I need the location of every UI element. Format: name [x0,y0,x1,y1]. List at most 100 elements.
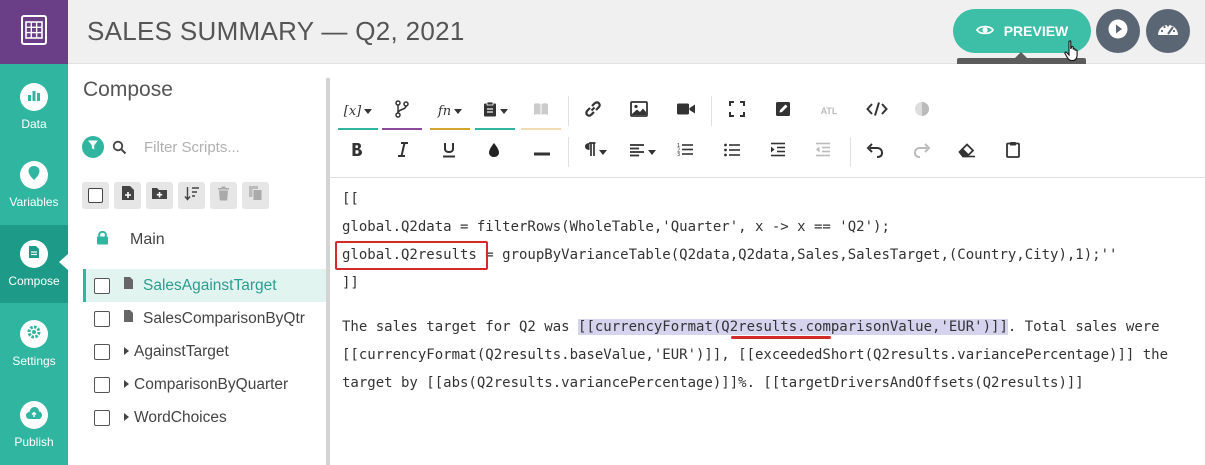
insert-variable-button[interactable]: [x] [338,94,378,128]
ordered-list-icon: 123 [677,142,693,162]
sort-button[interactable] [178,182,205,209]
nav-item-variables[interactable]: Variables [0,146,68,224]
script-checkbox[interactable] [94,376,110,393]
script-name: SalesAgainstTarget [143,276,277,294]
active-indicator [59,254,68,270]
code-text: . Total sales were [1007,319,1160,335]
italic-button[interactable] [383,135,423,169]
list-item[interactable]: AgainstTarget [83,335,326,368]
branch-icon [395,99,409,123]
script-checkbox[interactable] [94,409,110,426]
trash-icon [217,186,230,206]
list-item[interactable]: ComparisonByQuarter [83,368,326,401]
paste-button[interactable] [993,135,1033,169]
underline-button[interactable] [429,135,469,169]
new-folder-button[interactable] [146,182,173,209]
annotation-box [335,241,488,270]
nav-item-data[interactable]: Data [0,68,68,146]
source-code-button[interactable] [857,94,897,128]
filter-scripts-input[interactable] [144,135,314,159]
atl-button[interactable]: ATL [809,94,849,128]
script-name: SalesComparisonByQtr [143,309,305,327]
select-all-checkbox[interactable] [82,182,109,209]
compose-panel: Compose Filter Scripts... Main SalesAgai… [68,64,326,465]
italic-icon [397,142,409,162]
text-color-button[interactable] [474,135,514,169]
script-checkbox[interactable] [94,310,110,327]
funnel-icon [87,138,99,156]
copy-icon [248,185,263,206]
new-script-button[interactable] [114,182,141,209]
script-checkbox[interactable] [94,277,110,294]
align-button[interactable] [622,135,662,169]
video-camera-icon [676,102,696,121]
bold-button[interactable] [337,135,377,169]
app-logo[interactable] [0,0,68,64]
script-checkbox[interactable] [94,343,110,360]
caret-right-icon[interactable] [124,347,129,355]
bullet-list-button[interactable] [712,135,752,169]
snippet-underline [475,128,515,130]
run-button[interactable] [1096,9,1140,53]
insert-branch-button[interactable] [382,94,422,128]
insert-image-button[interactable] [619,94,659,128]
undo-button[interactable] [855,135,895,169]
list-item[interactable]: SalesComparisonByQtr [83,302,326,335]
variable-underline [338,128,378,130]
caret-right-icon[interactable] [124,413,129,421]
preview-label: PREVIEW [1003,23,1069,39]
nav-item-compose[interactable]: Compose [0,225,68,303]
outdent-button[interactable] [803,135,843,169]
nav-label-compose: Compose [8,274,60,288]
horizontal-rule-button[interactable] [522,135,562,169]
redo-button[interactable] [902,135,942,169]
play-circle-icon [1107,18,1129,45]
eye-icon [975,23,994,39]
list-item[interactable]: SalesAgainstTarget [83,269,326,302]
align-left-icon [629,143,645,162]
toolbar-separator [711,96,712,126]
indent-button[interactable] [758,135,798,169]
nav-label-data: Data [21,117,47,131]
duplicate-button[interactable] [242,182,269,209]
clipboard-icon [1006,141,1020,163]
cloud-upload-icon [25,406,43,425]
insert-snippet-button[interactable] [475,94,515,128]
caret-right-icon[interactable] [124,380,129,388]
contrast-button[interactable] [902,94,942,128]
filter-button[interactable] [82,136,104,158]
clear-format-button[interactable] [947,135,987,169]
insert-link-button[interactable] [573,94,613,128]
code-line: [[currencyFormat(Q2results.baseValue,'EU… [342,347,1169,363]
main-script-row[interactable]: Main [96,230,165,250]
fullscreen-icon [729,100,745,122]
script-toolbar [82,182,269,209]
link-icon [584,100,602,123]
code-line: global.Q2data = filterRows(WholeTable,'Q… [342,219,890,235]
insert-video-button[interactable] [666,94,706,128]
compose-title: Compose [83,78,173,101]
folder-name: WordChoices [134,408,227,426]
nav-label-settings: Settings [12,354,56,368]
edit-button[interactable] [763,94,803,128]
ordered-list-button[interactable]: 123 [665,135,705,169]
insert-function-button[interactable]: fn [430,94,470,128]
delete-button[interactable] [210,182,237,209]
toolbar-separator [850,137,851,167]
main-label: Main [130,231,165,248]
droplet-icon [488,142,500,163]
code-text: The sales target for Q2 was [342,319,579,335]
paragraph-format-button[interactable] [575,135,615,169]
hand-cursor-icon [1064,40,1080,67]
image-icon [630,100,648,122]
search-icon[interactable] [108,136,130,158]
redo-icon [913,142,931,163]
dashboard-button[interactable] [1146,9,1190,53]
nav-item-publish[interactable]: Publish [0,386,68,464]
bullet-list-icon [724,143,740,162]
fullscreen-button[interactable] [717,94,757,128]
chart-icon [27,88,41,107]
dictionary-button[interactable] [521,94,561,128]
list-item[interactable]: WordChoices [83,401,326,434]
nav-item-settings[interactable]: Settings [0,305,68,383]
